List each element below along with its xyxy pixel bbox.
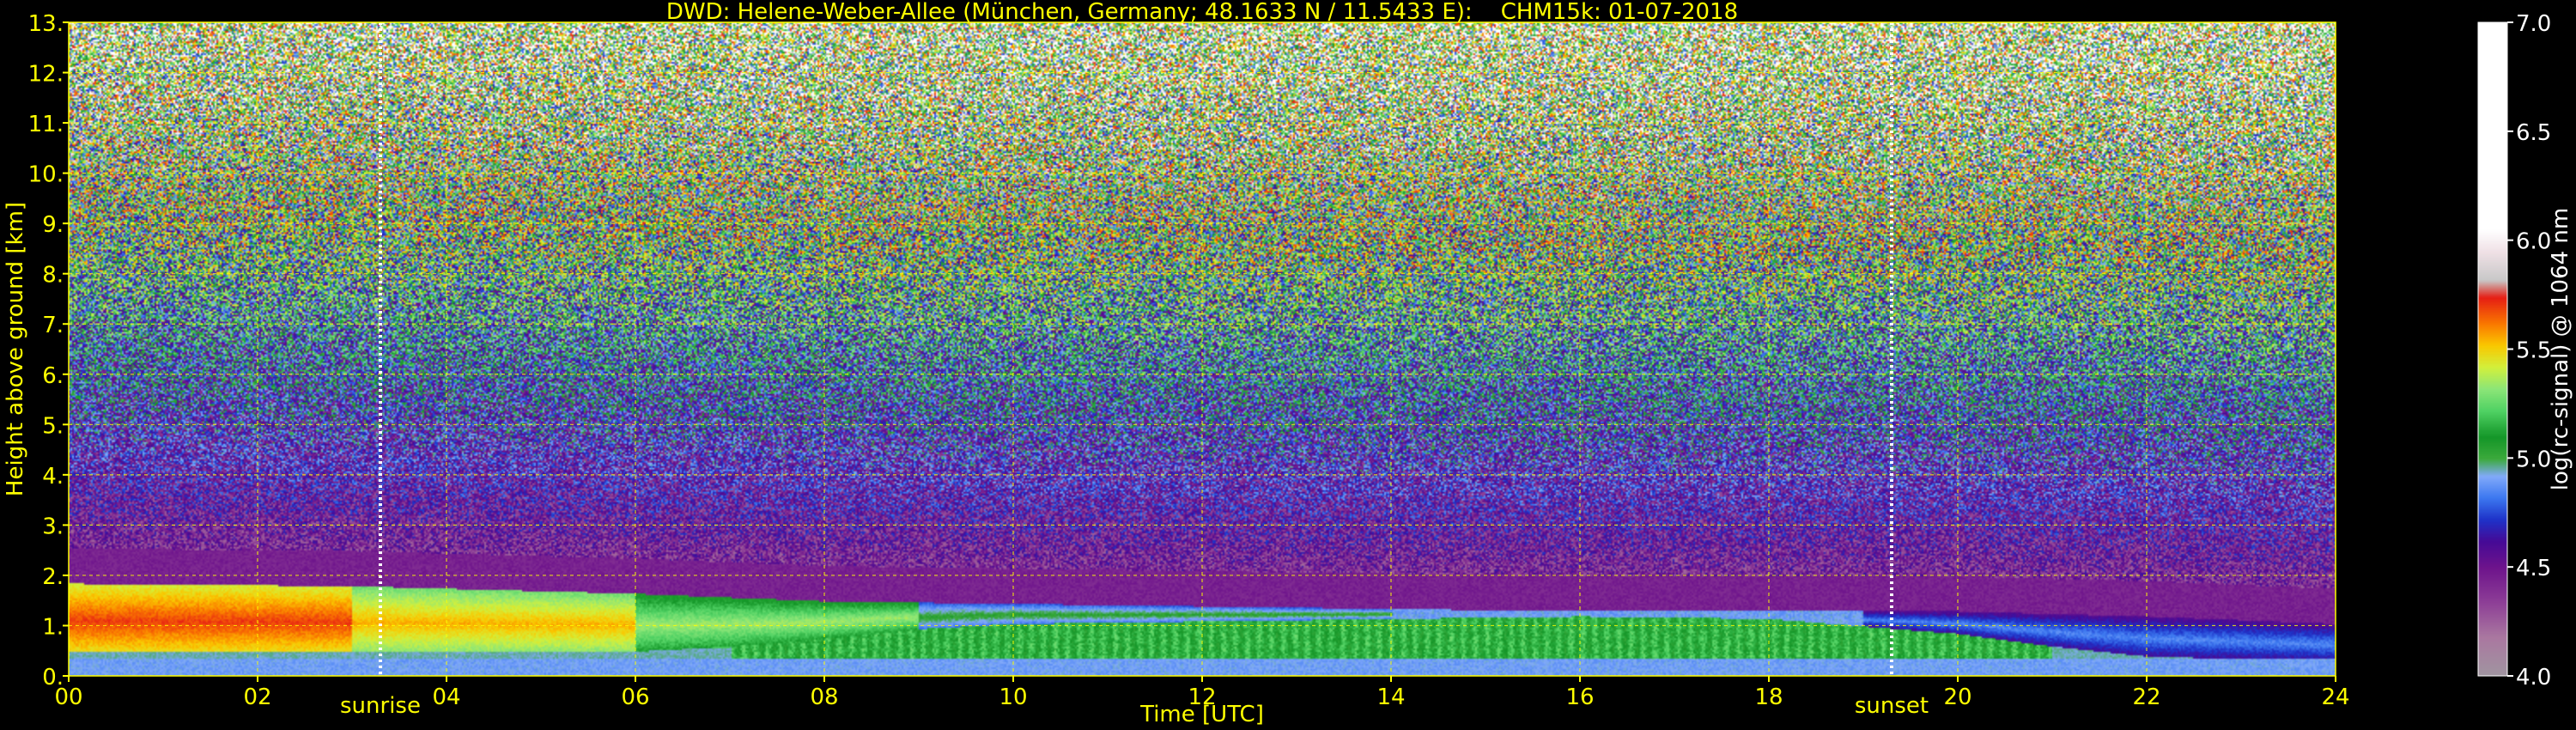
x-tick-label: 06 [621, 684, 649, 710]
chart-overlay: sunrise sunset00 02 04 06 08 10 12 14 16 18 20 22 240… [3, 0, 2573, 727]
y-tick-label: 11. [28, 112, 64, 137]
colorbar-tick-label: 4.5 [2516, 556, 2551, 581]
colorbar-tick-label: 6.5 [2516, 120, 2551, 146]
x-tick-label: 20 [1943, 684, 1971, 710]
x-tick-label: 02 [243, 684, 271, 710]
y-tick-label: 9. [42, 212, 64, 238]
y-axis-label: Height above ground [km] [3, 202, 28, 496]
y-tick-label: 4. [42, 464, 64, 490]
colorbar-tick-label: 5.5 [2516, 338, 2551, 364]
colorbar-label: log(rc-signal) @ 1064 nm [2548, 208, 2573, 490]
x-tick-label: 18 [1754, 684, 1783, 710]
y-tick-label: 5. [42, 413, 64, 439]
chart-title: DWD: Helene-Weber-Allee (München, German… [666, 0, 1738, 25]
x-tick-label: 04 [432, 684, 460, 710]
colorbar-tick-label: 4.0 [2516, 665, 2551, 690]
x-tick-label: 14 [1376, 684, 1405, 710]
x-tick-label: 16 [1565, 684, 1594, 710]
x-axis-label: Time [UTC] [1139, 702, 1264, 727]
y-tick-label: 0. [42, 665, 64, 690]
y-tick-label: 3. [42, 514, 64, 539]
y-tick-label: 10. [28, 162, 64, 188]
colorbar-tick-label: 7.0 [2516, 11, 2551, 37]
colorbar-tick-label: 6.0 [2516, 229, 2551, 255]
y-tick-label: 7. [42, 313, 64, 338]
y-tick-label: 1. [42, 614, 64, 640]
y-tick-label: 6. [42, 363, 64, 389]
x-tick-label: 08 [810, 684, 838, 710]
x-tick-label: 22 [2132, 684, 2160, 710]
sunrise-label: sunrise [340, 693, 421, 719]
sunset-label: sunset [1855, 693, 1929, 719]
x-tick-label: 24 [2321, 684, 2349, 710]
y-tick-label: 2. [42, 564, 64, 590]
y-tick-label: 8. [42, 263, 64, 289]
x-tick-label: 10 [999, 684, 1027, 710]
y-tick-label: 12. [28, 62, 64, 88]
colorbar-frame [2477, 21, 2508, 677]
colorbar-tick-label: 5.0 [2516, 447, 2551, 472]
ceilometer-figure: sunrise sunset 00 02 04 06 08 10 12 14 16 18 20 22 24 0… [0, 0, 2576, 730]
y-tick-label: 13. [28, 11, 64, 37]
